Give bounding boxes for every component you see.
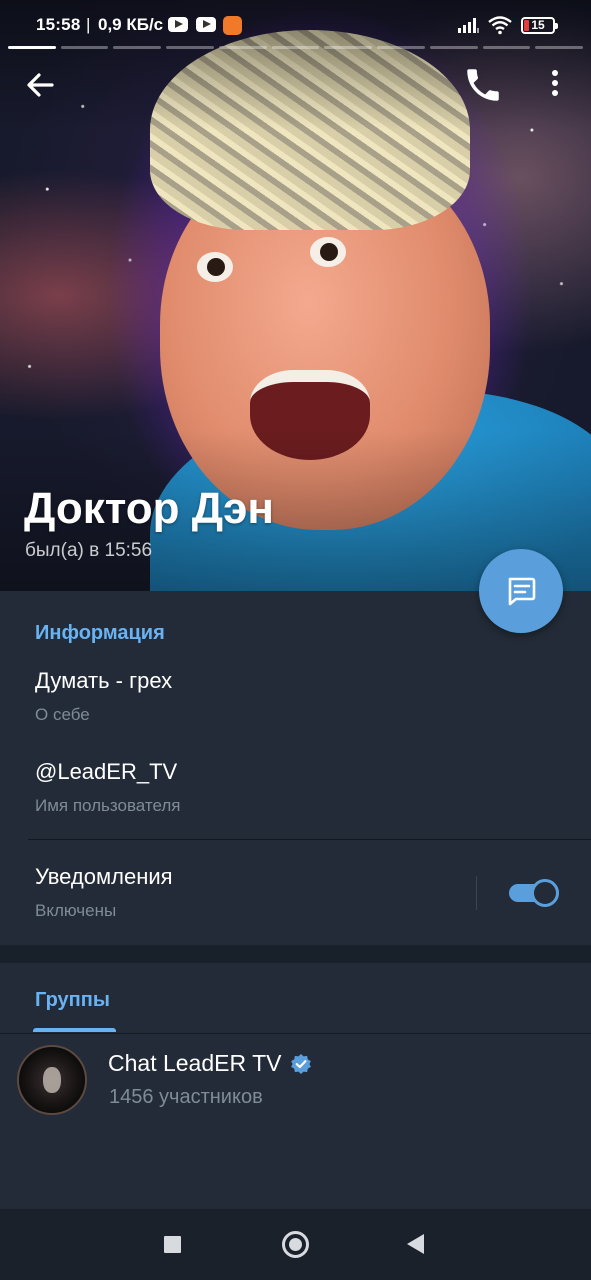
- send-message-button[interactable]: [479, 549, 563, 633]
- recents-square-icon[interactable]: [164, 1236, 181, 1253]
- section-gap: [0, 945, 591, 963]
- username-value: @LeadER_TV: [35, 759, 178, 784]
- bio-caption: О себе: [35, 705, 90, 724]
- status-bar: 15:58 | 0,9 КБ/с 15: [0, 0, 591, 50]
- photo-eye-left: [197, 252, 233, 282]
- message-icon: [508, 577, 536, 606]
- notifications-toggle[interactable]: [507, 878, 559, 908]
- battery-icon: 15: [521, 17, 558, 34]
- info-divider: [28, 839, 591, 840]
- more-vertical-icon: [552, 70, 558, 96]
- profile-name: Доктор Дэн: [24, 484, 274, 533]
- back-triangle-icon[interactable]: [407, 1234, 424, 1254]
- group-members-count: 1456 участников: [109, 1086, 263, 1108]
- info-section-title: Информация: [35, 622, 165, 644]
- youtube-icon: [196, 17, 216, 32]
- last-seen-status: был(а) в 15:56: [25, 540, 153, 561]
- username-caption: Имя пользователя: [35, 796, 181, 815]
- home-circle-icon[interactable]: [282, 1231, 309, 1258]
- photo-progress-bars: [8, 46, 584, 50]
- group-name: Chat LeadER TV: [108, 1050, 282, 1076]
- youtube-icon: [168, 17, 188, 32]
- tab-active-indicator: [33, 1028, 116, 1032]
- status-separator: |: [86, 15, 91, 34]
- back-button[interactable]: [20, 64, 62, 106]
- notifications-status: Включены: [35, 901, 117, 920]
- more-options-button[interactable]: [538, 64, 572, 106]
- arrow-left-icon: [27, 73, 54, 97]
- battery-level: 15: [531, 18, 545, 32]
- app-notification-icon: [223, 16, 242, 35]
- toggle-knob: [531, 879, 559, 907]
- verified-badge-icon: [291, 1054, 311, 1074]
- notifications-label: Уведомления: [35, 864, 173, 889]
- signal-icon: [458, 18, 479, 33]
- notifications-divider: [476, 876, 477, 910]
- bio-value: Думать - грех: [35, 668, 173, 693]
- phone-icon: [467, 69, 499, 101]
- network-speed: 0,9 КБ/с: [98, 15, 164, 34]
- status-time: 15:58: [36, 15, 81, 34]
- tab-divider: [0, 1033, 591, 1034]
- group-avatar: [17, 1045, 87, 1115]
- wifi-icon: [488, 16, 512, 35]
- tab-groups[interactable]: Группы: [35, 989, 110, 1012]
- call-button[interactable]: [462, 64, 504, 106]
- photo-eye-right: [310, 237, 346, 267]
